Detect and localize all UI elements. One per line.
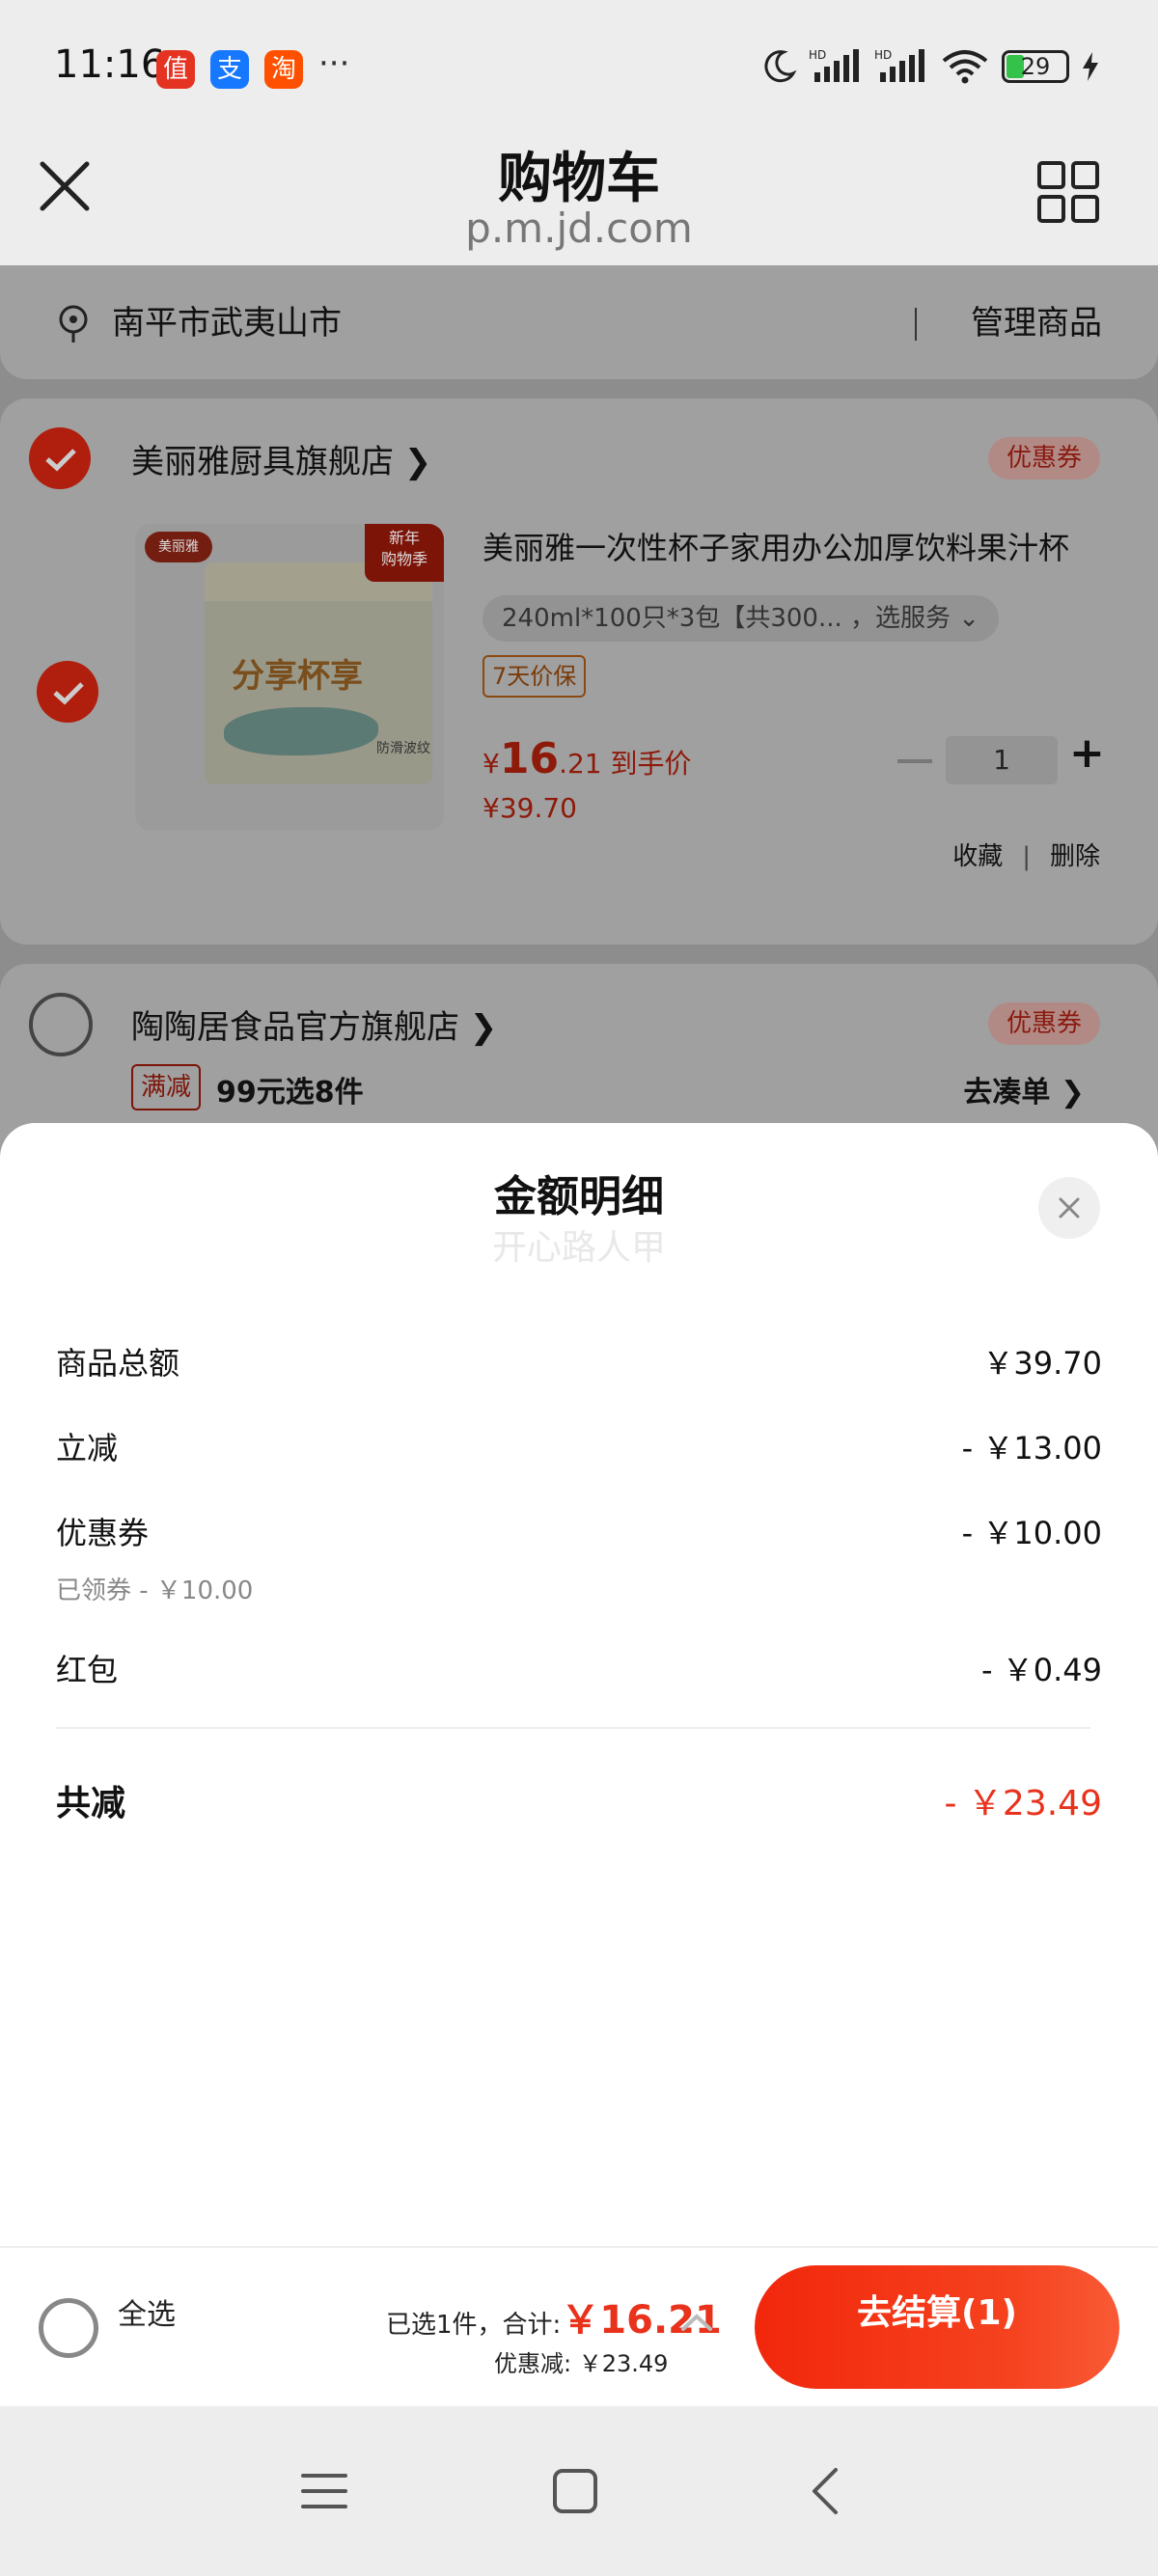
product-brand-logo: 美丽雅 xyxy=(145,532,212,562)
status-icons: HD HD 29 xyxy=(760,44,1100,89)
coupon-label: 优惠券 xyxy=(56,1515,150,1551)
goods-total-value: ￥39.70 xyxy=(982,1345,1102,1382)
alipay-notification-icon: 支 xyxy=(210,50,249,89)
quantity-increase-button[interactable]: + xyxy=(1069,728,1105,778)
store-1-checkbox[interactable] xyxy=(29,427,91,489)
product-package-feature: 防滑波纹 xyxy=(376,741,430,756)
taobao-notification-icon: 淘 xyxy=(264,50,303,89)
status-time: 11:16 xyxy=(54,42,166,87)
signal-icon-2: HD xyxy=(874,48,924,82)
favorite-button[interactable]: 收藏 xyxy=(952,842,1003,871)
check-icon xyxy=(53,682,84,705)
store-card-1: 美丽雅厨具旗舰店 ❯ 优惠券 美丽雅 新年 购物季 分享杯享 防滑波纹 美丽雅一次… xyxy=(0,398,1158,945)
product-spec-selector[interactable]: 240ml*100只*3包【共300... ，选服务 ⌄ xyxy=(482,595,1000,642)
coupon-claimed-note: 已领券 - ￥10.00 xyxy=(56,1576,254,1605)
store-1-coupon-tag[interactable]: 优惠券 xyxy=(988,437,1100,480)
chevron-up-icon[interactable] xyxy=(679,2312,714,2333)
quantity-decrease-button[interactable] xyxy=(897,759,932,763)
instant-discount-row: 立减 - ￥13.00 xyxy=(56,1424,1102,1468)
discount-summary: 优惠减: ￥23.49 xyxy=(494,2350,669,2377)
select-all-checkbox[interactable] xyxy=(39,2298,98,2358)
webview-header: 购物车 p.m.jd.com xyxy=(0,135,1158,270)
status-bar: 11:16 值 支 淘 ··· HD HD 29 xyxy=(0,0,1158,135)
store-2-name[interactable]: 陶陶居食品官方旗舰店 ❯ xyxy=(131,1000,497,1048)
close-icon xyxy=(1059,1197,1080,1219)
instant-discount-value: - ￥13.00 xyxy=(961,1430,1102,1466)
more-notifications-icon: ··· xyxy=(318,44,350,83)
menu-icon[interactable] xyxy=(299,2466,349,2516)
select-all-label[interactable]: 全选 xyxy=(118,2290,176,2333)
watermark: 开心路人甲 xyxy=(491,1228,666,1268)
page-url: p.m.jd.com xyxy=(465,205,693,252)
address-divider xyxy=(915,308,917,341)
red-packet-value: - ￥0.49 xyxy=(981,1652,1102,1688)
product-original-price: ¥39.70 xyxy=(482,792,577,824)
back-icon[interactable] xyxy=(801,2466,851,2516)
goods-total-label: 商品总额 xyxy=(56,1345,180,1382)
product-final-price: ¥16.21 到手价 xyxy=(482,734,692,783)
coupon-row: 优惠券 - ￥10.00 xyxy=(56,1509,1102,1553)
total-discount-value: - ￥23.49 xyxy=(944,1784,1103,1823)
delete-button[interactable]: 删除 xyxy=(1050,842,1100,871)
battery-icon: 29 xyxy=(1002,50,1069,83)
manage-items-button[interactable]: 管理商品 xyxy=(971,296,1102,343)
full-reduction-tag: 满减 xyxy=(131,1064,202,1110)
charging-icon xyxy=(1083,52,1098,81)
total-discount-label: 共减 xyxy=(56,1784,126,1823)
grid-menu-icon[interactable] xyxy=(1036,160,1100,224)
promo-description: 99元选8件 xyxy=(216,1076,364,1110)
total-discount-row: 共减 - ￥23.49 xyxy=(56,1775,1102,1825)
goods-total-row: 商品总额 ￥39.70 xyxy=(56,1339,1102,1384)
sheet-title: 金额明细 xyxy=(494,1172,664,1221)
home-icon[interactable] xyxy=(550,2466,600,2516)
selected-summary: 已选1件，合计:￥16.21 xyxy=(386,2298,722,2343)
instant-discount-label: 立减 xyxy=(56,1430,119,1466)
location-pin-icon xyxy=(59,305,88,343)
sheet-close-button[interactable] xyxy=(1038,1177,1100,1239)
price-protect-badge: 7天价保 xyxy=(482,655,587,698)
promo-corner-badge: 新年 购物季 xyxy=(365,524,444,582)
address-location[interactable]: 南平市武夷山市 xyxy=(112,296,342,343)
product-image[interactable]: 美丽雅 新年 购物季 分享杯享 防滑波纹 xyxy=(135,524,444,831)
svg-text:HD: HD xyxy=(809,48,826,62)
store-2-checkbox[interactable] xyxy=(29,993,93,1056)
product-title[interactable]: 美丽雅一次性杯子家用办公加厚饮料果汁杯 xyxy=(482,524,1069,568)
fish-graphic xyxy=(224,707,378,755)
store-1-name[interactable]: 美丽雅厨具旗舰店 ❯ xyxy=(131,435,431,482)
wifi-icon xyxy=(942,50,988,84)
red-packet-label: 红包 xyxy=(56,1652,119,1688)
system-nav-bar xyxy=(0,2406,1158,2576)
moon-icon xyxy=(764,50,797,83)
product-checkbox[interactable] xyxy=(37,661,98,723)
page-title: 购物车 xyxy=(498,148,660,210)
amount-detail-sheet: 金额明细 开心路人甲 商品总额 ￥39.70 立减 - ￥13.00 优惠券 -… xyxy=(0,1123,1158,2246)
add-more-items-link[interactable]: 去凑单 ❯ xyxy=(963,1068,1085,1110)
checkout-button[interactable]: 去结算(1) xyxy=(755,2265,1119,2389)
sheet-divider xyxy=(56,1727,1090,1729)
red-packet-row: 红包 - ￥0.49 xyxy=(56,1646,1102,1690)
store-2-coupon-tag[interactable]: 优惠券 xyxy=(988,1002,1100,1045)
address-bar[interactable]: 南平市武夷山市 管理商品 xyxy=(0,265,1158,379)
product-actions: 收藏 | 删除 xyxy=(952,842,1100,871)
app-notification-icon: 值 xyxy=(156,50,195,89)
checkout-bar: 全选 已选1件，合计:￥16.21 优惠减: ￥23.49 去结算(1) xyxy=(0,2246,1158,2406)
svg-text:HD: HD xyxy=(874,48,892,62)
product-package-label: 分享杯享 xyxy=(232,657,363,696)
check-icon xyxy=(45,449,76,472)
quantity-input[interactable]: 1 xyxy=(946,736,1058,784)
signal-icon: HD xyxy=(809,48,859,82)
coupon-value: - ￥10.00 xyxy=(961,1515,1102,1551)
